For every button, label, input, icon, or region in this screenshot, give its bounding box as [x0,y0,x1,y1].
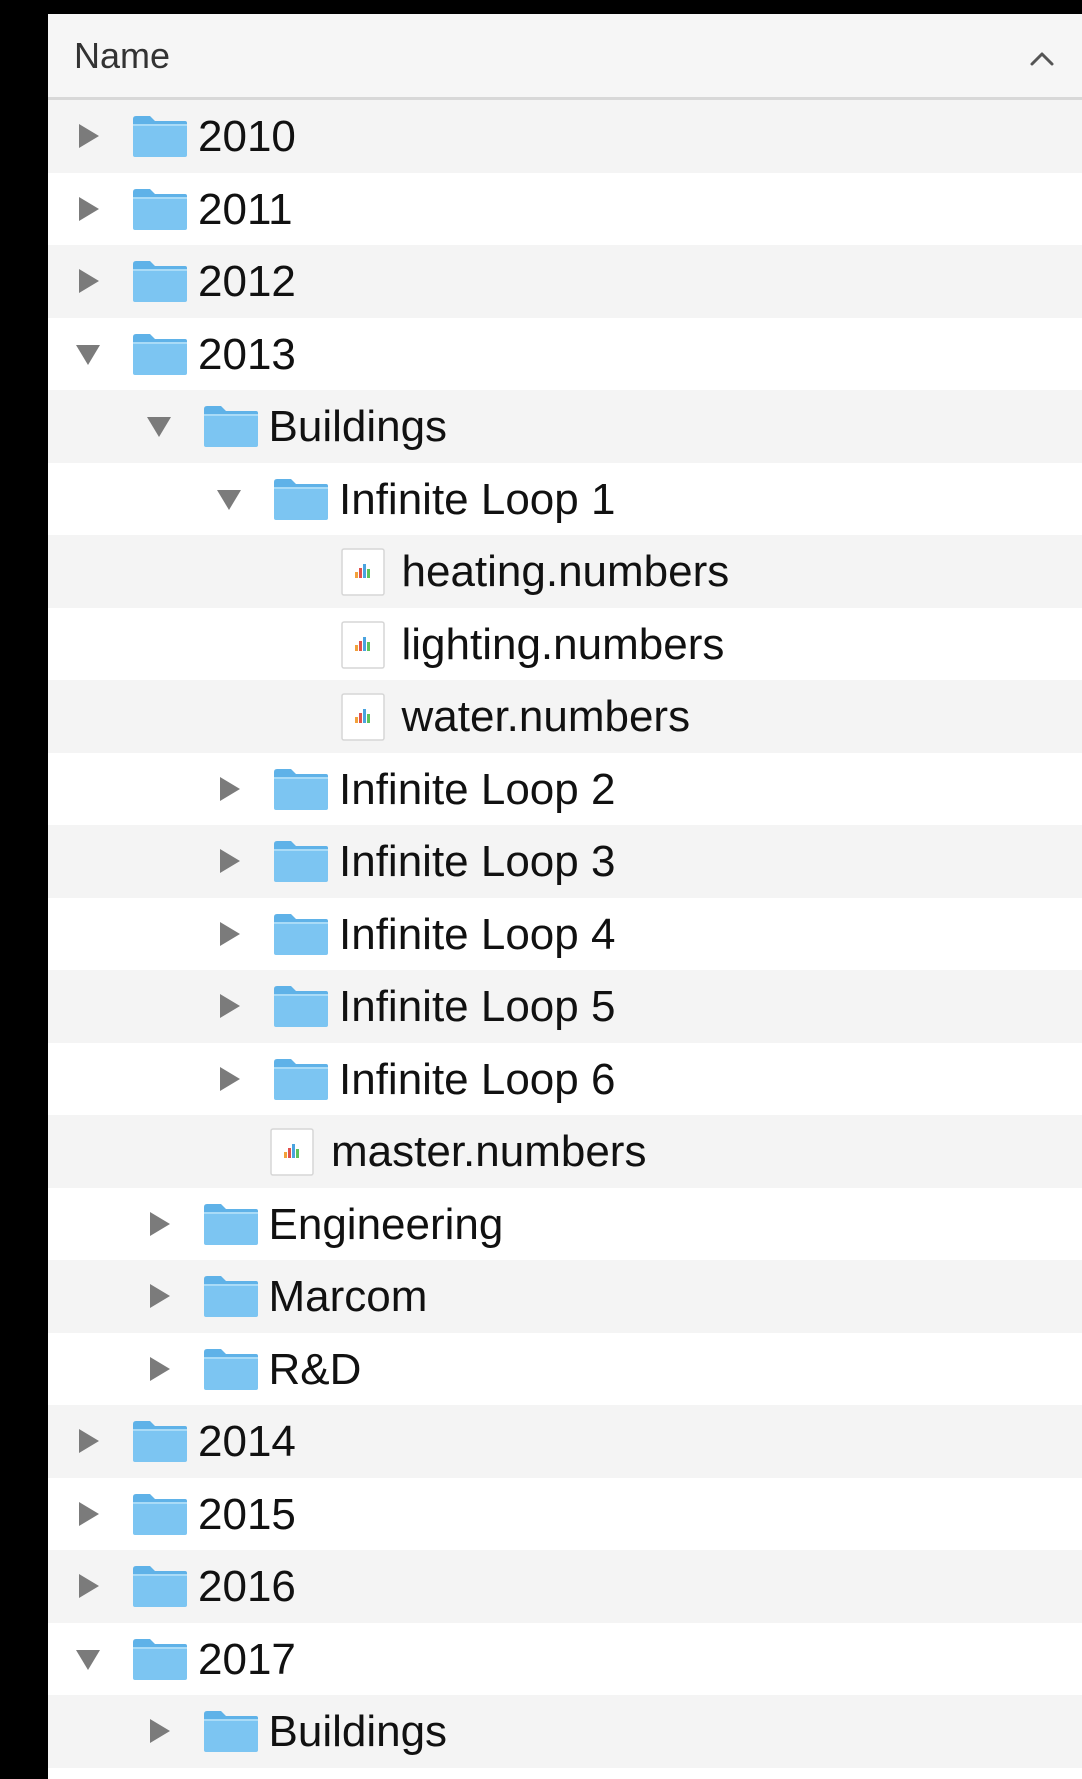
folder-name: Infinite Loop 3 [339,837,616,886]
folder-icon [274,478,328,520]
folder-icon [133,1421,187,1462]
folder-icon [203,1203,258,1245]
disclosure-triangle-collapsed-icon[interactable] [211,843,247,879]
folder-name: Engineering [268,1199,504,1249]
file-row[interactable]: water.numbers [48,680,1082,753]
folder-icon [203,406,258,447]
folder-name: 2016 [198,1562,296,1611]
disclosure-triangle-collapsed-icon[interactable] [70,1496,106,1532]
folder-row[interactable]: 2017 [48,1622,1082,1695]
folder-name: Buildings [268,402,448,451]
folder-icon [203,1348,258,1390]
numbers-document-icon [340,548,385,596]
folder-row[interactable]: 2012 [48,245,1082,318]
folder-icon [274,913,328,955]
folder-row[interactable]: Engineering [48,1187,1082,1260]
folder-row[interactable]: Infinite Loop 5 [48,970,1082,1043]
folder-name: R&D [268,1344,362,1394]
disclosure-triangle-expanded-icon[interactable] [70,1641,106,1677]
folder-icon [133,116,187,157]
folder-icon [274,768,328,810]
folder-row[interactable]: 2014 [48,1405,1082,1478]
disclosure-triangle-collapsed-icon[interactable] [211,988,247,1024]
file-row[interactable]: master.numbers [48,1115,1082,1188]
name-column-header[interactable]: Name [48,14,1082,100]
folder-row[interactable]: Marcom [48,1260,1082,1333]
folder-name: 2013 [198,329,296,379]
name-column-label: Name [74,35,171,76]
disclosure-triangle-collapsed-icon[interactable] [141,1713,177,1749]
file-row[interactable]: lighting.numbers [48,607,1082,680]
folder-icon [274,986,328,1027]
folder-name: Buildings [268,1707,448,1756]
folder-row[interactable]: 2010 [48,100,1082,173]
folder-name: 2014 [198,1417,296,1466]
folder-row[interactable]: 2016 [48,1550,1082,1623]
disclosure-triangle-collapsed-icon[interactable] [211,1061,247,1097]
folder-name: Infinite Loop 2 [339,764,616,814]
file-name: heating.numbers [401,547,730,596]
folder-name: 2015 [198,1489,296,1539]
disclosure-triangle-collapsed-icon[interactable] [211,771,247,807]
finder-list-view: Name 2010 2011 2012 2013 Buildings Infinite L… [48,14,1082,1779]
folder-row[interactable]: Infinite Loop 4 [48,897,1082,970]
file-name: lighting.numbers [401,619,725,669]
folder-icon [133,261,187,302]
disclosure-triangle-collapsed-icon[interactable] [141,1278,177,1314]
folder-row[interactable]: Buildings [48,1695,1082,1768]
disclosure-triangle-collapsed-icon[interactable] [70,263,106,299]
disclosure-triangle-collapsed-icon[interactable] [70,1423,106,1459]
file-name: master.numbers [331,1127,647,1176]
folder-icon [274,1058,328,1100]
folder-name: Infinite Loop 6 [339,1054,616,1104]
chevron-up-icon[interactable] [1022,42,1062,74]
file-tree: 2010 2011 2012 2013 Buildings Infinite Loop 1… [48,100,1082,1768]
disclosure-triangle-collapsed-icon[interactable] [70,118,106,154]
disclosure-triangle-collapsed-icon[interactable] [141,1351,177,1387]
disclosure-triangle-expanded-icon[interactable] [70,336,106,372]
disclosure-triangle-collapsed-icon[interactable] [211,916,247,952]
folder-name: 2012 [198,257,296,306]
folder-row[interactable]: 2015 [48,1477,1082,1550]
disclosure-triangle-expanded-icon[interactable] [141,408,177,444]
numbers-document-icon [340,620,385,669]
numbers-document-icon [340,693,385,741]
folder-icon [203,1276,258,1317]
folder-row[interactable]: 2013 [48,317,1082,390]
folder-row[interactable]: Infinite Loop 2 [48,752,1082,825]
disclosure-triangle-collapsed-icon[interactable] [70,1568,106,1604]
disclosure-triangle-expanded-icon[interactable] [211,481,247,517]
folder-icon [133,333,187,375]
disclosure-triangle-collapsed-icon[interactable] [70,191,106,227]
folder-name: Infinite Loop 1 [339,474,616,524]
file-row[interactable]: heating.numbers [48,535,1082,608]
folder-row[interactable]: Infinite Loop 3 [48,825,1082,898]
folder-row[interactable]: Buildings [48,390,1082,463]
folder-icon [133,1566,187,1607]
disclosure-triangle-collapsed-icon[interactable] [141,1206,177,1242]
folder-row[interactable]: 2011 [48,172,1082,245]
folder-name: 2017 [198,1634,296,1684]
file-name: water.numbers [401,692,691,741]
folder-row[interactable]: Infinite Loop 1 [48,462,1082,535]
numbers-document-icon [270,1128,314,1176]
folder-icon [203,1711,258,1752]
folder-icon [133,1638,187,1680]
folder-name: Infinite Loop 5 [339,982,616,1031]
folder-name: 2010 [198,112,296,161]
folder-icon [133,188,187,230]
folder-name: 2011 [198,184,293,234]
folder-name: Infinite Loop 4 [339,909,616,959]
folder-name: Marcom [268,1272,428,1321]
folder-row[interactable]: Infinite Loop 6 [48,1042,1082,1115]
folder-icon [274,841,328,882]
folder-row[interactable]: R&D [48,1332,1082,1405]
folder-icon [133,1493,187,1535]
